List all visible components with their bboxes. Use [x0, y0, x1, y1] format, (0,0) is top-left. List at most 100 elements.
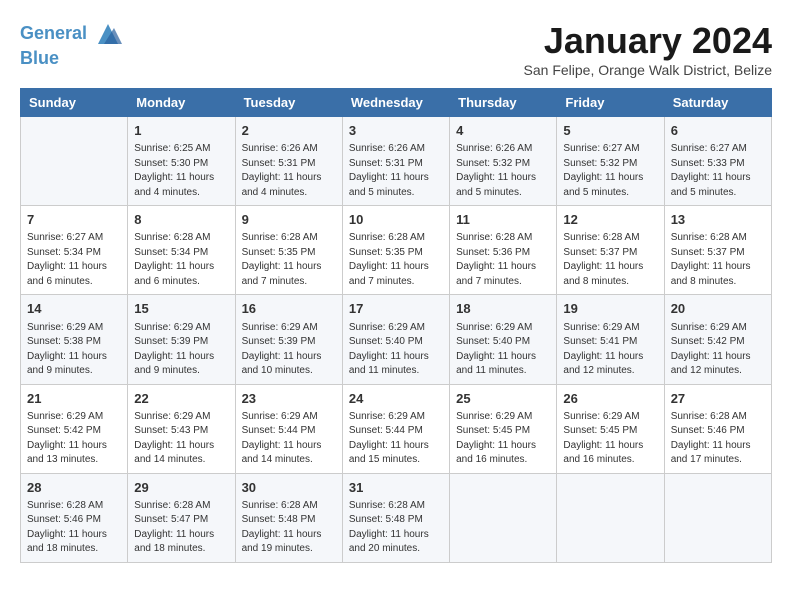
calendar-cell	[21, 117, 128, 206]
day-info: Sunrise: 6:25 AMSunset: 5:30 PMDaylight:…	[134, 142, 228, 200]
day-number: 4	[456, 122, 550, 140]
day-number: 9	[242, 211, 336, 229]
day-number: 8	[134, 211, 228, 229]
day-number: 31	[349, 479, 443, 497]
calendar-cell: 1 Sunrise: 6:25 AMSunset: 5:30 PMDaylight…	[128, 117, 235, 206]
day-number: 12	[563, 211, 657, 229]
calendar-cell: 2Sunrise: 6:26 AMSunset: 5:31 PMDaylight…	[235, 117, 342, 206]
day-info: Sunrise: 6:28 AMSunset: 5:35 PMDaylight:…	[242, 231, 336, 289]
day-number: 5	[563, 122, 657, 140]
calendar-cell: 24Sunrise: 6:29 AMSunset: 5:44 PMDayligh…	[342, 384, 449, 473]
day-info: Sunrise: 6:28 AMSunset: 5:37 PMDaylight:…	[671, 231, 765, 289]
day-number: 19	[563, 300, 657, 318]
calendar-cell	[450, 473, 557, 562]
day-info: Sunrise: 6:29 AMSunset: 5:44 PMDaylight:…	[242, 410, 336, 468]
calendar-table: SundayMondayTuesdayWednesdayThursdayFrid…	[20, 88, 772, 563]
calendar-cell: 23 Sunrise: 6:29 AMSunset: 5:44 PMDayligh…	[235, 384, 342, 473]
month-title: January 2024	[524, 20, 772, 62]
calendar-cell	[557, 473, 664, 562]
day-info: Sunrise: 6:29 AMSunset: 5:42 PMDaylight:…	[671, 321, 765, 379]
day-info: Sunrise: 6:28 AMSunset: 5:36 PMDaylight:…	[456, 231, 550, 289]
day-number: 17	[349, 300, 443, 318]
day-info: Sunrise: 6:28 AMSunset: 5:48 PMDaylight:…	[242, 499, 336, 557]
day-info: Sunrise: 6:28 AMSunset: 5:46 PMDaylight:…	[671, 410, 765, 468]
day-info: Sunrise: 6:27 AMSunset: 5:34 PMDaylight:…	[27, 231, 121, 289]
calendar-cell: 5 Sunrise: 6:27 AMSunset: 5:32 PMDaylight…	[557, 117, 664, 206]
day-info: Sunrise: 6:29 AMSunset: 5:40 PMDaylight:…	[349, 321, 443, 379]
day-info: Sunrise: 6:27 AMSunset: 5:33 PMDaylight:…	[671, 142, 765, 200]
week-row-3: 14 Sunrise: 6:29 AMSunset: 5:38 PMDayligh…	[21, 295, 772, 384]
header-thursday: Thursday	[450, 89, 557, 117]
day-number: 20	[671, 300, 765, 318]
day-info: Sunrise: 6:28 AMSunset: 5:48 PMDaylight:…	[349, 499, 443, 557]
calendar-cell: 14 Sunrise: 6:29 AMSunset: 5:38 PMDayligh…	[21, 295, 128, 384]
calendar-cell: 6 Sunrise: 6:27 AMSunset: 5:33 PMDaylight…	[664, 117, 771, 206]
day-info: Sunrise: 6:29 AMSunset: 5:39 PMDaylight:…	[242, 321, 336, 379]
day-info: Sunrise: 6:29 AMSunset: 5:45 PMDaylight:…	[563, 410, 657, 468]
day-info: Sunrise: 6:29 AMSunset: 5:41 PMDaylight:…	[563, 321, 657, 379]
calendar-cell: 26 Sunrise: 6:29 AMSunset: 5:45 PMDayligh…	[557, 384, 664, 473]
day-number: 27	[671, 390, 765, 408]
calendar-cell: 16 Sunrise: 6:29 AMSunset: 5:39 PMDayligh…	[235, 295, 342, 384]
title-section: January 2024 San Felipe, Orange Walk Dis…	[524, 20, 772, 78]
day-number: 28	[27, 479, 121, 497]
header-sunday: Sunday	[21, 89, 128, 117]
day-info: Sunrise: 6:28 AMSunset: 5:35 PMDaylight:…	[349, 231, 443, 289]
calendar-cell: 21 Sunrise: 6:29 AMSunset: 5:42 PMDayligh…	[21, 384, 128, 473]
page-header: General Blue January 2024 San Felipe, Or…	[20, 20, 772, 78]
day-number: 26	[563, 390, 657, 408]
day-number: 10	[349, 211, 443, 229]
calendar-cell: 13Sunrise: 6:28 AMSunset: 5:37 PMDayligh…	[664, 206, 771, 295]
week-row-4: 21 Sunrise: 6:29 AMSunset: 5:42 PMDayligh…	[21, 384, 772, 473]
location-subtitle: San Felipe, Orange Walk District, Belize	[524, 62, 772, 78]
day-info: Sunrise: 6:29 AMSunset: 5:42 PMDaylight:…	[27, 410, 121, 468]
week-row-1: 1 Sunrise: 6:25 AMSunset: 5:30 PMDaylight…	[21, 117, 772, 206]
week-row-5: 28 Sunrise: 6:28 AMSunset: 5:46 PMDayligh…	[21, 473, 772, 562]
calendar-cell: 12 Sunrise: 6:28 AMSunset: 5:37 PMDayligh…	[557, 206, 664, 295]
calendar-cell: 7 Sunrise: 6:27 AMSunset: 5:34 PMDaylight…	[21, 206, 128, 295]
day-number: 16	[242, 300, 336, 318]
header-friday: Friday	[557, 89, 664, 117]
day-info: Sunrise: 6:29 AMSunset: 5:38 PMDaylight:…	[27, 321, 121, 379]
day-number: 14	[27, 300, 121, 318]
day-number: 6	[671, 122, 765, 140]
day-number: 1	[134, 122, 228, 140]
day-number: 7	[27, 211, 121, 229]
calendar-cell	[664, 473, 771, 562]
day-info: Sunrise: 6:29 AMSunset: 5:39 PMDaylight:…	[134, 321, 228, 379]
day-number: 23	[242, 390, 336, 408]
calendar-cell: 18 Sunrise: 6:29 AMSunset: 5:40 PMDayligh…	[450, 295, 557, 384]
day-info: Sunrise: 6:28 AMSunset: 5:37 PMDaylight:…	[563, 231, 657, 289]
calendar-cell: 22Sunrise: 6:29 AMSunset: 5:43 PMDayligh…	[128, 384, 235, 473]
logo-blue: Blue	[20, 48, 59, 68]
day-number: 3	[349, 122, 443, 140]
day-info: Sunrise: 6:28 AMSunset: 5:47 PMDaylight:…	[134, 499, 228, 557]
day-info: Sunrise: 6:29 AMSunset: 5:45 PMDaylight:…	[456, 410, 550, 468]
day-info: Sunrise: 6:29 AMSunset: 5:40 PMDaylight:…	[456, 321, 550, 379]
header-row: SundayMondayTuesdayWednesdayThursdayFrid…	[21, 89, 772, 117]
calendar-cell: 28 Sunrise: 6:28 AMSunset: 5:46 PMDayligh…	[21, 473, 128, 562]
calendar-cell: 15 Sunrise: 6:29 AMSunset: 5:39 PMDayligh…	[128, 295, 235, 384]
calendar-cell: 30 Sunrise: 6:28 AMSunset: 5:48 PMDayligh…	[235, 473, 342, 562]
logo: General Blue	[20, 20, 122, 70]
calendar-cell: 11Sunrise: 6:28 AMSunset: 5:36 PMDayligh…	[450, 206, 557, 295]
day-number: 29	[134, 479, 228, 497]
day-info: Sunrise: 6:27 AMSunset: 5:32 PMDaylight:…	[563, 142, 657, 200]
day-number: 25	[456, 390, 550, 408]
day-number: 21	[27, 390, 121, 408]
day-number: 18	[456, 300, 550, 318]
day-info: Sunrise: 6:28 AMSunset: 5:46 PMDaylight:…	[27, 499, 121, 557]
calendar-cell: 4Sunrise: 6:26 AMSunset: 5:32 PMDaylight…	[450, 117, 557, 206]
calendar-cell: 9 Sunrise: 6:28 AMSunset: 5:35 PMDaylight…	[235, 206, 342, 295]
day-info: Sunrise: 6:26 AMSunset: 5:31 PMDaylight:…	[349, 142, 443, 200]
day-number: 30	[242, 479, 336, 497]
calendar-cell: 20 Sunrise: 6:29 AMSunset: 5:42 PMDayligh…	[664, 295, 771, 384]
day-number: 15	[134, 300, 228, 318]
calendar-cell: 25 Sunrise: 6:29 AMSunset: 5:45 PMDayligh…	[450, 384, 557, 473]
calendar-cell: 29 Sunrise: 6:28 AMSunset: 5:47 PMDayligh…	[128, 473, 235, 562]
day-number: 2	[242, 122, 336, 140]
calendar-cell: 3 Sunrise: 6:26 AMSunset: 5:31 PMDaylight…	[342, 117, 449, 206]
calendar-cell: 19 Sunrise: 6:29 AMSunset: 5:41 PMDayligh…	[557, 295, 664, 384]
calendar-cell: 17 Sunrise: 6:29 AMSunset: 5:40 PMDayligh…	[342, 295, 449, 384]
day-info: Sunrise: 6:29 AMSunset: 5:43 PMDaylight:…	[134, 410, 228, 468]
